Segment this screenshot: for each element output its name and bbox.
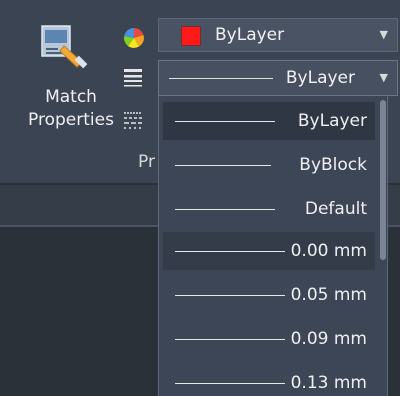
list-item-label: ByLayer (297, 111, 367, 131)
dropdown-arrow-icon[interactable]: ▼ (380, 28, 388, 41)
linetype-icon (122, 108, 146, 132)
lineweight-sample-line (175, 339, 285, 340)
lineweight-combo-value: ByLayer (285, 68, 355, 88)
list-item[interactable]: 0.00 mm (163, 232, 375, 270)
lineweight-sample-line (175, 251, 285, 252)
dropdown-arrow-icon[interactable]: ▼ (380, 71, 388, 84)
lineweight-combo[interactable]: ByLayer ▼ (158, 60, 398, 96)
list-item-label: Default (304, 199, 367, 219)
lineweight-dropdown-list[interactable]: ByLayer ByBlock Default 0.00 mm 0.05 mm … (158, 96, 388, 396)
list-item-label: 0.09 mm (290, 329, 367, 349)
color-combo[interactable]: ByLayer ▼ (158, 18, 398, 52)
color-wheel-icon (122, 26, 146, 50)
list-item[interactable]: 0.05 mm (163, 276, 375, 314)
list-item[interactable]: ByLayer (163, 102, 375, 140)
lineweight-icon (122, 66, 146, 90)
list-item[interactable]: 0.13 mm (163, 364, 375, 396)
list-item[interactable]: ByBlock (163, 146, 375, 184)
list-item-label: 0.13 mm (290, 373, 367, 393)
match-properties-icon[interactable] (40, 24, 90, 72)
list-item-label: 0.00 mm (290, 241, 367, 261)
lineweight-sample-line (175, 121, 275, 122)
list-item-label: ByBlock (299, 155, 367, 175)
color-combo-value: ByLayer (215, 25, 285, 45)
scrollbar-thumb[interactable] (380, 100, 386, 260)
list-item[interactable]: Default (163, 190, 375, 228)
color-swatch (181, 26, 201, 46)
lineweight-sample-line (169, 78, 273, 79)
lineweight-sample-line (175, 209, 275, 210)
match-properties-label[interactable]: Match Properties (14, 86, 128, 132)
list-item[interactable]: 0.09 mm (163, 320, 375, 358)
lineweight-sample-line (175, 383, 285, 384)
lineweight-sample-line (175, 295, 285, 296)
lineweight-sample-line (175, 165, 271, 166)
panel-title-properties[interactable]: Pr (138, 152, 155, 172)
list-item-label: 0.05 mm (290, 285, 367, 305)
